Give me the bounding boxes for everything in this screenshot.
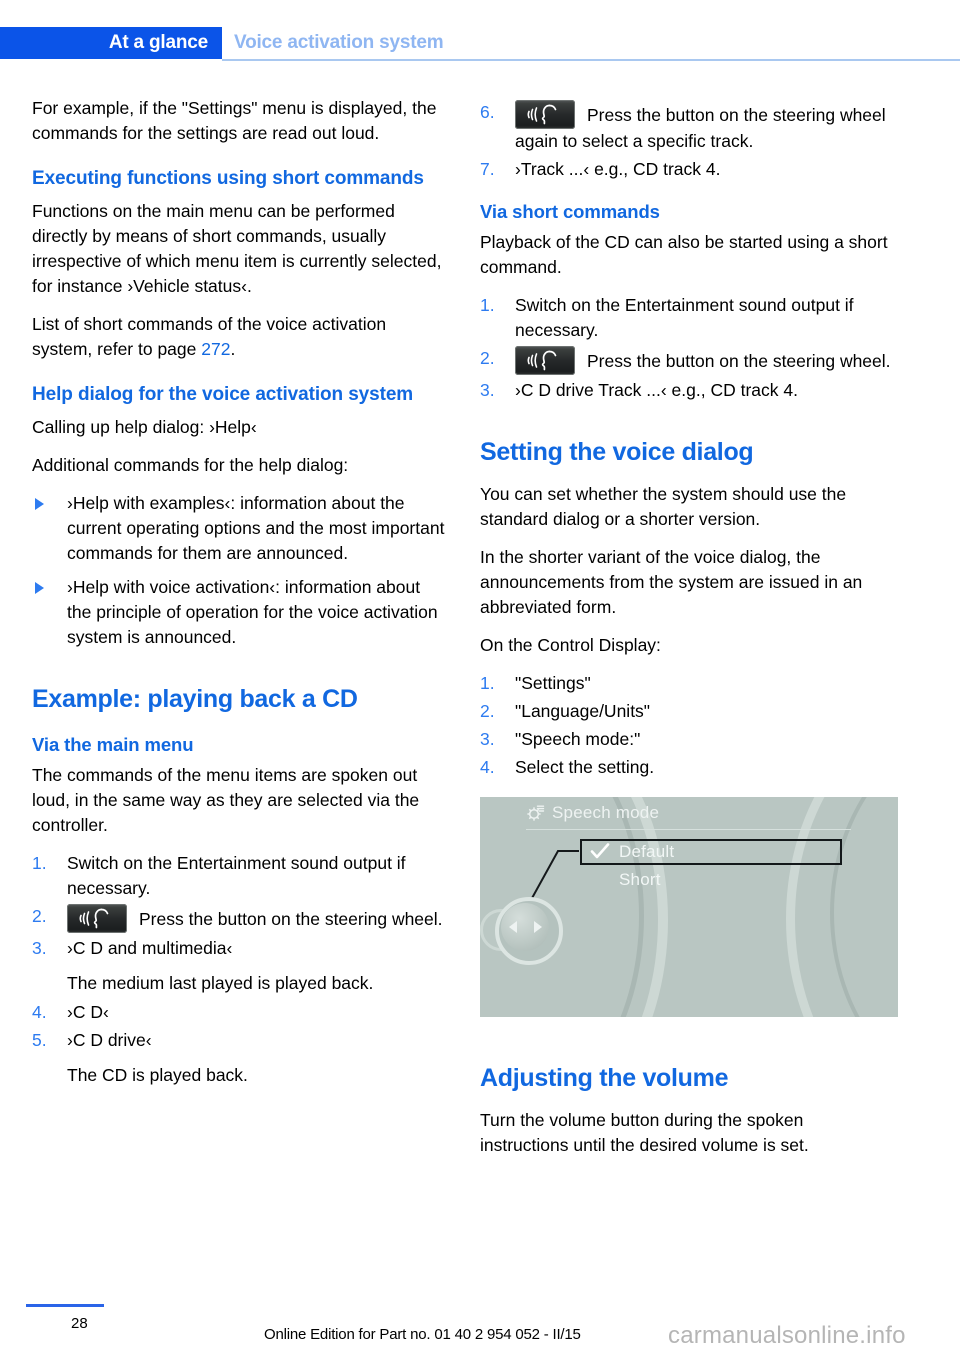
page-number: 28 <box>71 1315 88 1332</box>
speech-mode-option-short-label[interactable]: Short <box>619 870 661 890</box>
step-text: Switch on the Entertainment sound output… <box>515 295 854 340</box>
speech-mode-option-default-label[interactable]: Default <box>619 842 674 862</box>
gear-icon <box>527 805 545 821</box>
help-paragraph-1: Calling up help dialog: ›Help‹ <box>32 417 257 437</box>
step-number: 1. <box>480 673 495 693</box>
main-menu-steps-list-continued: 4. ›C D‹ 5. ›C D drive‹ <box>32 1000 448 1053</box>
heading-example-playing-cd: Example: playing back a CD <box>32 685 358 713</box>
controller-left-arrow-icon <box>509 921 517 933</box>
setting-paragraph-3: On the Control Display: <box>480 635 661 655</box>
via-main-menu-intro: The commands of the menu items are spoke… <box>32 765 420 835</box>
list-item: ›Help with examples‹: information about … <box>32 491 448 566</box>
voice-button-icon <box>515 100 575 129</box>
step-number: 4. <box>480 757 495 777</box>
list-item: 2. "Language/Units" <box>480 699 896 724</box>
step-number: 2. <box>32 906 47 926</box>
step-continuation-text: The medium last played is played back. <box>67 973 374 993</box>
footer-divider <box>26 1304 104 1307</box>
header-chapter-title: Voice activation system <box>234 32 444 53</box>
voice-button-icon <box>67 904 127 933</box>
header-tab-label: At a glance <box>108 32 208 53</box>
list-item-text: ›Help with examples‹: information about … <box>67 493 445 563</box>
voice-button-icon <box>515 346 575 375</box>
step-text: ›Track ...‹ e.g., CD track 4. <box>515 159 721 179</box>
step-text: ›C D and multimedia‹ <box>67 938 233 958</box>
setting-steps-list: 1. "Settings" 2. "Language/Units" 3. "Sp… <box>480 671 896 780</box>
step-number: 3. <box>32 938 47 958</box>
step-number: 2. <box>480 701 495 721</box>
step-text: ›C D drive Track ...‹ e.g., CD track 4. <box>515 380 798 400</box>
heading-via-main-menu: Via the main menu <box>32 734 194 755</box>
controller-right-arrow-icon <box>534 921 542 933</box>
check-icon <box>590 843 610 859</box>
watermark-text: carmanualsonline.info <box>668 1322 906 1349</box>
list-item: 1. "Settings" <box>480 671 896 696</box>
list-item: 1. Switch on the Entertainment sound out… <box>480 293 896 343</box>
setting-paragraph-2: In the shorter variant of the voice dial… <box>480 547 863 617</box>
list-item: ›Help with voice activation‹: informatio… <box>32 575 448 650</box>
step-number: 1. <box>480 295 495 315</box>
list-item: 6. Press the button on the steering whee… <box>480 100 896 154</box>
list-item: 3. "Speech mode:" <box>480 727 896 752</box>
list-item: 7. ›Track ...‹ e.g., CD track 4. <box>480 157 896 182</box>
via-short-commands-intro: Playback of the CD can also be started u… <box>480 232 888 277</box>
list-item: 2. Press the button on the steering whee… <box>480 346 896 375</box>
heading-via-short-commands: Via short commands <box>480 201 660 222</box>
footer-edition-text: Online Edition for Part no. 01 40 2 954 … <box>264 1326 581 1343</box>
list-item: 3. ›C D and multimedia‹ <box>32 936 448 961</box>
main-menu-steps-list: 1. Switch on the Entertainment sound out… <box>32 851 448 961</box>
step-text: ›C D drive‹ <box>67 1030 152 1050</box>
step-text: Select the setting. <box>515 757 655 777</box>
page-header: At a glance Voice activation system <box>0 0 960 66</box>
page-ref-suffix: . <box>230 339 236 359</box>
intro-paragraph: For example, if the "Settings" menu is d… <box>32 98 437 143</box>
list-item: 5. ›C D drive‹ <box>32 1028 448 1053</box>
setting-paragraph-1: You can set whether the system should us… <box>480 484 847 529</box>
step-number: 1. <box>32 853 47 873</box>
step-number: 3. <box>480 380 495 400</box>
help-paragraph-2: Additional commands for the help dialog: <box>32 455 349 475</box>
page-reference-link[interactable]: 272 <box>201 339 230 359</box>
help-bullet-list: ›Help with examples‹: information about … <box>32 491 448 650</box>
triangle-bullet-icon <box>35 498 44 510</box>
adjusting-volume-paragraph: Turn the volume button during the spoken… <box>480 1110 809 1155</box>
list-item: 1. Switch on the Entertainment sound out… <box>32 851 448 901</box>
figure-title-text: Speech mode <box>552 803 660 822</box>
heading-help-dialog: Help dialog for the voice activation sys… <box>32 384 414 405</box>
step-text: "Settings" <box>515 673 591 693</box>
triangle-bullet-icon <box>35 582 44 594</box>
short-command-steps-list: 1. Switch on the Entertainment sound out… <box>480 293 896 403</box>
control-display-figure: Speech mode Default Short <box>480 797 898 1017</box>
steps-continued-list: 6. Press the button on the steering whee… <box>480 100 896 182</box>
step-text: "Language/Units" <box>515 701 651 721</box>
list-item-text: ›Help with voice activation‹: informatio… <box>67 577 438 647</box>
heading-setting-voice-dialog: Setting the voice dialog <box>480 438 754 466</box>
step-text: Press the button on the steering wheel. <box>587 351 891 371</box>
list-item: 2. Press the button on the steering whee… <box>32 904 448 933</box>
heading-executing-functions: Executing functions using short commands <box>32 168 424 189</box>
header-divider <box>222 59 960 61</box>
figure-title-divider <box>526 829 851 830</box>
list-item: 4. ›C D‹ <box>32 1000 448 1025</box>
figure-title-row: Speech mode <box>526 803 659 823</box>
list-item: 4. Select the setting. <box>480 755 896 780</box>
step-number: 4. <box>32 1002 47 1022</box>
step-number: 2. <box>480 348 495 368</box>
left-column: For example, if the "Settings" menu is d… <box>32 96 448 1091</box>
step-text: "Speech mode:" <box>515 729 641 749</box>
step-continuation-text: The CD is played back. <box>67 1065 248 1085</box>
step-text: ›C D‹ <box>67 1002 109 1022</box>
step-number: 7. <box>480 159 495 179</box>
short-commands-paragraph-1: Functions on the main menu can be perfor… <box>32 201 442 296</box>
short-commands-paragraph-2: List of short commands of the voice acti… <box>32 312 448 362</box>
step-number: 3. <box>480 729 495 749</box>
heading-adjusting-volume: Adjusting the volume <box>480 1064 729 1092</box>
list-item: 3. ›C D drive Track ...‹ e.g., CD track … <box>480 378 896 403</box>
header-chapter-tab: At a glance <box>0 27 222 59</box>
step-text: Press the button on the steering wheel. <box>139 909 443 929</box>
step-text: Switch on the Entertainment sound output… <box>67 853 406 898</box>
step-number: 5. <box>32 1030 47 1050</box>
right-column: 6. Press the button on the steering whee… <box>480 96 898 1171</box>
step-number: 6. <box>480 102 495 122</box>
